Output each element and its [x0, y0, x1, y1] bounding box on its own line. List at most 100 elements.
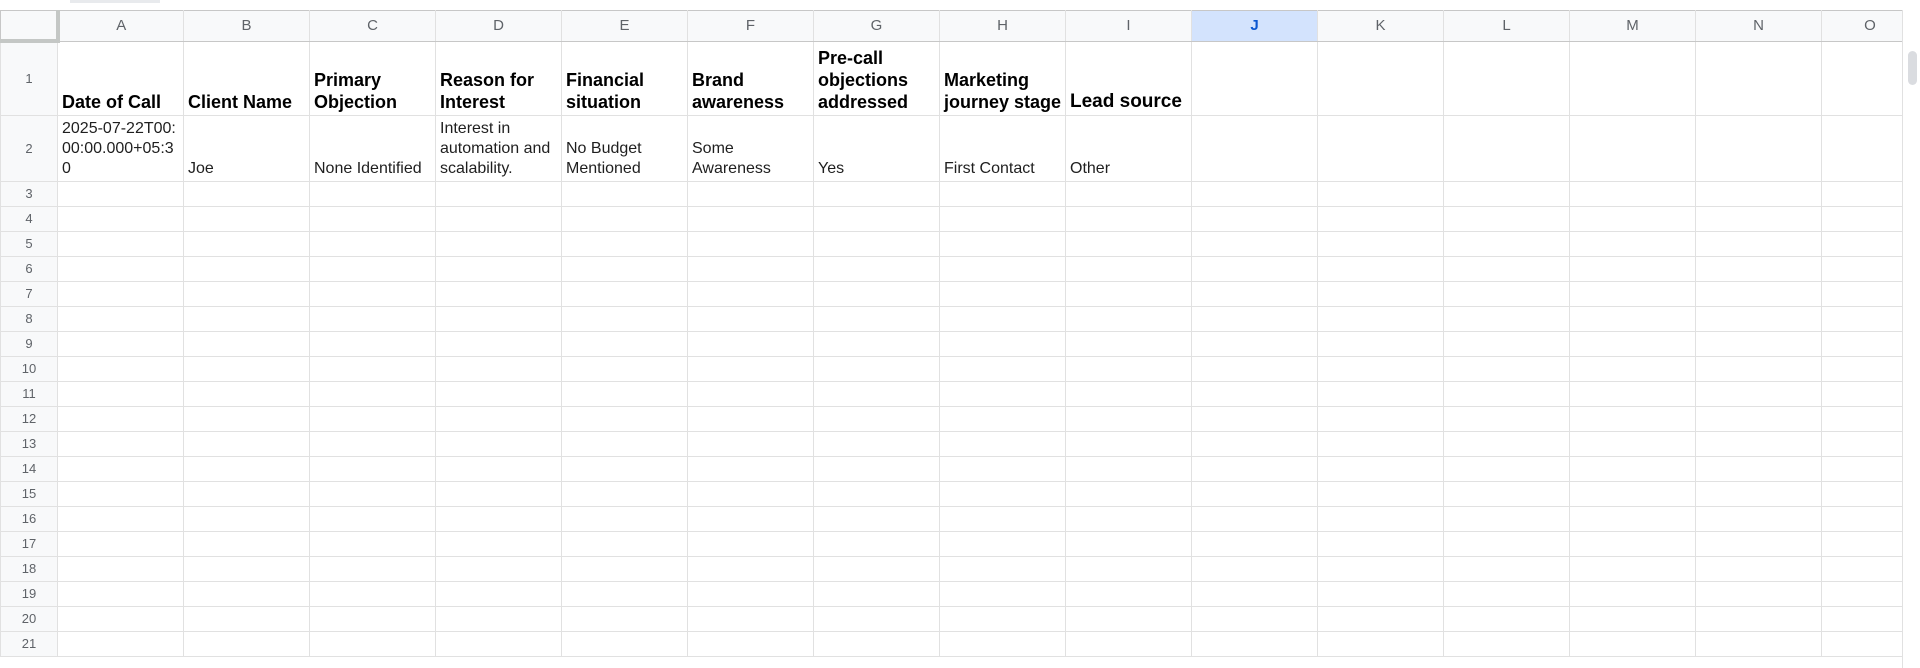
cell[interactable]	[561, 430, 688, 457]
vertical-scrollbar[interactable]	[1902, 10, 1920, 668]
cell[interactable]	[1065, 230, 1192, 257]
cell[interactable]	[1065, 380, 1192, 407]
column-header-d[interactable]: D	[435, 10, 562, 42]
cell[interactable]	[561, 530, 688, 557]
cell[interactable]	[1191, 280, 1318, 307]
cell[interactable]	[1443, 255, 1570, 282]
cell[interactable]	[309, 230, 436, 257]
cell[interactable]	[183, 330, 310, 357]
cell[interactable]	[183, 180, 310, 207]
cell[interactable]	[939, 530, 1066, 557]
cell[interactable]	[1569, 430, 1696, 457]
cell[interactable]	[1443, 230, 1570, 257]
spreadsheet-grid[interactable]: A B C D E F G H I J K L M N O 1 Date of …	[0, 10, 1903, 668]
cell[interactable]	[813, 430, 940, 457]
cell[interactable]	[561, 355, 688, 382]
cell[interactable]	[309, 305, 436, 332]
cell[interactable]	[183, 455, 310, 482]
column-header-n[interactable]: N	[1695, 10, 1822, 42]
cell[interactable]	[561, 405, 688, 432]
cell[interactable]	[1191, 330, 1318, 357]
cell[interactable]	[1821, 255, 1903, 282]
row-header[interactable]: 19	[0, 580, 58, 607]
cell[interactable]	[813, 305, 940, 332]
cell[interactable]	[1569, 380, 1696, 407]
cell[interactable]	[1191, 380, 1318, 407]
cell[interactable]	[309, 280, 436, 307]
cell[interactable]	[813, 555, 940, 582]
row-header[interactable]: 4	[0, 205, 58, 232]
cell[interactable]	[183, 405, 310, 432]
cell[interactable]	[1317, 114, 1444, 182]
cell[interactable]	[1317, 330, 1444, 357]
cell[interactable]	[939, 355, 1066, 382]
cell[interactable]	[1821, 40, 1903, 116]
cell[interactable]	[57, 630, 184, 657]
cell[interactable]	[57, 205, 184, 232]
cell[interactable]	[1065, 580, 1192, 607]
cell[interactable]	[309, 480, 436, 507]
cell[interactable]	[309, 455, 436, 482]
cell[interactable]	[687, 205, 814, 232]
cell[interactable]	[561, 605, 688, 632]
column-header-a[interactable]: A	[57, 10, 184, 42]
cell[interactable]	[1569, 205, 1696, 232]
cell[interactable]	[1191, 580, 1318, 607]
cell[interactable]	[1065, 180, 1192, 207]
cell[interactable]	[435, 255, 562, 282]
cell[interactable]	[1695, 505, 1822, 532]
cell[interactable]	[939, 280, 1066, 307]
cell[interactable]	[57, 380, 184, 407]
cell[interactable]	[1065, 255, 1192, 282]
cell[interactable]	[435, 580, 562, 607]
cell[interactable]	[687, 305, 814, 332]
cell[interactable]	[1443, 480, 1570, 507]
header-cell-pre-call-objections[interactable]: Pre-call objections addressed	[813, 40, 940, 116]
cell[interactable]	[1191, 355, 1318, 382]
cell[interactable]	[1821, 530, 1903, 557]
cell[interactable]	[57, 430, 184, 457]
scrollbar-thumb[interactable]	[1908, 51, 1917, 85]
cell[interactable]	[1569, 40, 1696, 116]
cell-reason-for-interest[interactable]: Interest in automation and scalability.	[435, 114, 562, 182]
cell[interactable]	[687, 455, 814, 482]
cell[interactable]	[435, 430, 562, 457]
cell[interactable]	[1821, 555, 1903, 582]
row-header[interactable]: 10	[0, 355, 58, 382]
cell[interactable]	[183, 580, 310, 607]
cell[interactable]	[1569, 405, 1696, 432]
cell[interactable]	[561, 580, 688, 607]
cell[interactable]	[1821, 114, 1903, 182]
cell[interactable]	[309, 405, 436, 432]
cell[interactable]	[435, 205, 562, 232]
cell[interactable]	[1317, 430, 1444, 457]
cell[interactable]	[435, 605, 562, 632]
select-all-corner[interactable]	[0, 10, 60, 43]
cell[interactable]	[1317, 205, 1444, 232]
cell[interactable]	[1821, 580, 1903, 607]
cell[interactable]	[939, 305, 1066, 332]
row-header[interactable]: 12	[0, 405, 58, 432]
cell[interactable]	[561, 205, 688, 232]
column-header-e[interactable]: E	[561, 10, 688, 42]
cell[interactable]	[1695, 555, 1822, 582]
cell[interactable]	[1695, 40, 1822, 116]
cell[interactable]	[687, 180, 814, 207]
cell[interactable]	[813, 405, 940, 432]
cell[interactable]	[687, 255, 814, 282]
cell[interactable]	[435, 180, 562, 207]
cell[interactable]	[183, 230, 310, 257]
cell[interactable]	[1695, 280, 1822, 307]
cell[interactable]	[561, 630, 688, 657]
cell[interactable]	[561, 280, 688, 307]
cell[interactable]	[1695, 630, 1822, 657]
row-header[interactable]: 1	[0, 40, 58, 116]
cell[interactable]	[309, 255, 436, 282]
cell[interactable]	[57, 455, 184, 482]
cell[interactable]	[435, 230, 562, 257]
cell[interactable]	[1065, 505, 1192, 532]
cell[interactable]	[1443, 380, 1570, 407]
cell[interactable]	[939, 605, 1066, 632]
cell[interactable]	[1065, 555, 1192, 582]
cell[interactable]	[183, 305, 310, 332]
